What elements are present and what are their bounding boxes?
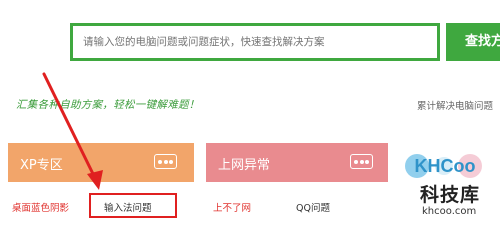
- svg-text:KHCoo: KHCoo: [415, 156, 476, 176]
- watermark: KHCoo 科技库 khcoo.com: [400, 145, 500, 221]
- watermark-domain: khcoo.com: [422, 206, 477, 217]
- khcoo-logo: KHCoo: [405, 154, 482, 178]
- watermark-brand: 科技库: [420, 184, 481, 206]
